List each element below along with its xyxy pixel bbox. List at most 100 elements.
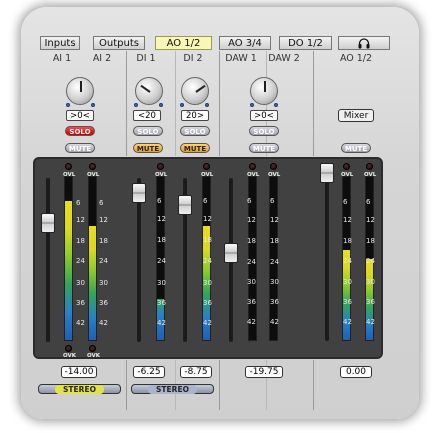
ovl-label: OVL — [201, 172, 214, 178]
tab-ao-1-2[interactable]: AO 1/2 — [155, 36, 212, 50]
mute-button-daw[interactable]: MUTE — [249, 143, 279, 153]
scale-label: 18 — [203, 236, 212, 244]
ovl-label: OVL — [341, 172, 354, 178]
channel-name-ao-1-2: AO 1/2 — [339, 53, 373, 64]
fader-value-di-2[interactable]: -8.75 — [180, 366, 212, 378]
fader-handle-di-1[interactable] — [132, 183, 146, 203]
level-meter-ai-1 — [64, 176, 73, 341]
scale-label: 6 — [157, 197, 162, 205]
stereo-link-button-di[interactable]: STEREO — [131, 384, 214, 394]
fader-handle-ai[interactable] — [41, 213, 55, 233]
knob-min-indicator — [250, 103, 254, 107]
pan-knob-di-1[interactable] — [135, 77, 163, 105]
overload-led — [343, 163, 350, 170]
channel-divider — [126, 51, 127, 156]
pan-knob-ai[interactable] — [66, 77, 94, 105]
knob-max-indicator — [274, 103, 278, 107]
overload-led — [65, 163, 72, 170]
overload-led — [249, 163, 256, 170]
stereo-link-label: STEREO — [55, 385, 104, 394]
fader-handle-daw[interactable] — [224, 243, 238, 263]
scale-label: 24 — [247, 258, 256, 266]
scale-label: 30 — [270, 278, 279, 286]
scale-label: 30 — [99, 279, 108, 287]
pan-value-di-1: <20 — [133, 110, 161, 121]
fader-handle-di-2[interactable] — [178, 195, 192, 215]
knob-min-indicator — [134, 103, 138, 107]
scale-label: 42 — [157, 319, 166, 327]
headphones-icon — [358, 38, 370, 49]
fader-handle-ao[interactable] — [320, 163, 334, 183]
scale-label: 24 — [157, 257, 166, 265]
mute-button-ao[interactable]: MUTE — [341, 143, 371, 153]
ovl-label: OVL — [87, 172, 100, 178]
scale-label: 30 — [366, 278, 375, 286]
solo-button-daw[interactable]: SOLO — [249, 126, 279, 136]
meter-fill — [65, 201, 72, 340]
scale-label: 42 — [343, 318, 352, 326]
fader-value-daw[interactable]: -19.75 — [245, 366, 283, 378]
scale-label: 42 — [99, 319, 108, 327]
channel-divider — [126, 360, 127, 410]
pan-value-daw: >0< — [250, 110, 278, 121]
overload-led — [203, 163, 210, 170]
mixer-button[interactable]: Mixer — [338, 109, 374, 122]
scale-label: 24 — [76, 257, 85, 265]
channel-name-ai-1: AI 1 — [52, 53, 72, 64]
scale-label: 12 — [203, 215, 212, 223]
scale-label: 36 — [203, 299, 212, 307]
scale-label: 30 — [203, 279, 212, 287]
tab-inputs[interactable]: Inputs — [40, 36, 80, 50]
solo-button-di-1[interactable]: SOLO — [133, 126, 163, 136]
scale-label: 18 — [270, 237, 279, 245]
ovl-label: OVL — [155, 172, 168, 178]
scale-label: 18 — [76, 237, 85, 245]
solo-button-ai[interactable]: SOLO — [65, 126, 95, 136]
scale-label: 6 — [366, 198, 371, 206]
channel-divider — [313, 51, 314, 156]
overload-led — [270, 163, 277, 170]
channel-name-di-1: DI 1 — [136, 53, 156, 64]
pan-knob-daw[interactable] — [250, 77, 278, 105]
knob-max-indicator — [91, 103, 95, 107]
channel-name-ai-2: AI 2 — [92, 53, 112, 64]
knob-max-indicator — [159, 103, 163, 107]
scale-label: 30 — [343, 278, 352, 286]
fader-track-ao[interactable] — [325, 165, 329, 341]
scale-label: 12 — [270, 216, 279, 224]
scale-label: 24 — [343, 257, 352, 265]
stereo-link-button-ai[interactable]: STEREO — [38, 384, 121, 394]
ovk-label: OVK — [63, 353, 77, 359]
tab-do-1-2[interactable]: DO 1/2 — [279, 36, 332, 50]
overload-led-bottom — [65, 345, 72, 352]
scale-label: 42 — [366, 318, 375, 326]
scale-label: 6 — [99, 199, 104, 207]
knob-max-indicator — [205, 103, 209, 107]
scale-label: 18 — [157, 236, 166, 244]
fader-value-ai[interactable]: -14.00 — [61, 366, 97, 378]
fader-value-ao[interactable]: 0.00 — [340, 366, 372, 378]
scale-label: 6 — [343, 198, 348, 206]
fader-track-ai[interactable] — [46, 178, 50, 342]
ovl-label: OVL — [247, 172, 260, 178]
stereo-link-label: STEREO — [148, 385, 197, 394]
scale-label: 6 — [270, 197, 275, 205]
solo-button-di-2[interactable]: SOLO — [180, 126, 210, 136]
scale-label: 6 — [247, 197, 252, 205]
pan-value-ai: >0< — [66, 110, 94, 121]
tab-headphones[interactable] — [338, 36, 390, 50]
tab-ao-3-4[interactable]: AO 3/4 — [219, 36, 271, 50]
scale-label: 42 — [203, 319, 212, 327]
scale-label: 36 — [247, 298, 256, 306]
fader-value-di-1[interactable]: -6.25 — [133, 366, 165, 378]
scale-label: 30 — [157, 279, 166, 287]
ovl-label: OVL — [63, 172, 76, 178]
mute-button-di-1[interactable]: MUTE — [133, 143, 163, 153]
channel-divider — [313, 360, 314, 410]
mute-button-di-2[interactable]: MUTE — [180, 143, 210, 153]
pan-knob-di-2[interactable] — [181, 77, 209, 105]
mute-button-ai[interactable]: MUTE — [65, 143, 95, 153]
scale-label: 24 — [366, 257, 375, 265]
tab-outputs[interactable]: Outputs — [93, 36, 145, 50]
scale-label: 12 — [157, 215, 166, 223]
